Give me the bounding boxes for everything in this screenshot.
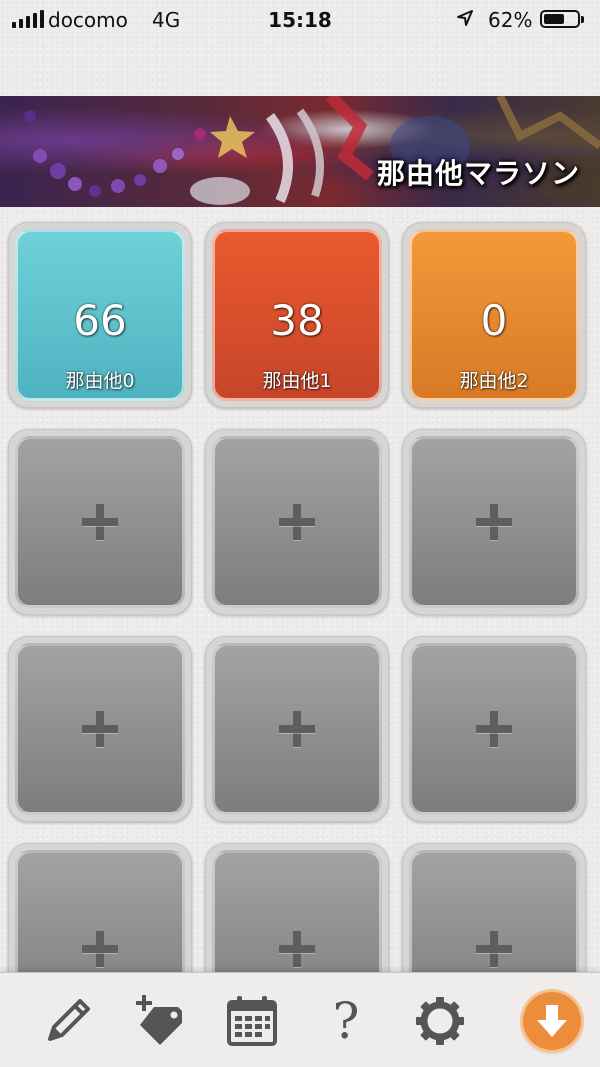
slot-face — [15, 643, 185, 815]
tag-add-icon — [136, 995, 182, 1045]
plus-icon — [82, 931, 118, 968]
slot-face — [15, 436, 185, 608]
add-counter-slot[interactable] — [205, 636, 389, 822]
counter-value: 38 — [270, 296, 324, 345]
help-button[interactable]: ? — [316, 991, 376, 1051]
status-bar: docomo 4G 15:18 62% — [0, 0, 600, 40]
download-icon — [537, 1005, 567, 1037]
add-counter-slot[interactable] — [402, 636, 586, 822]
counter-face: 0 那由他2 — [409, 229, 579, 401]
battery-percent: 62% — [488, 8, 533, 32]
calendar-icon — [227, 996, 277, 1046]
add-tag-button[interactable] — [130, 991, 190, 1051]
pencil-icon — [48, 999, 90, 1041]
add-counter-slot[interactable] — [8, 429, 192, 615]
bottom-toolbar: ? — [0, 972, 600, 1067]
banner-title: 那由他マラソン — [376, 157, 580, 190]
slot-face — [409, 643, 579, 815]
slot-face — [212, 436, 382, 608]
add-counter-slot[interactable] — [402, 429, 586, 615]
calendar-button[interactable] — [222, 991, 282, 1051]
add-counter-slot[interactable] — [205, 429, 389, 615]
gear-icon — [416, 997, 464, 1045]
counter-value: 0 — [480, 296, 508, 345]
add-counter-slot[interactable] — [8, 636, 192, 822]
counter-tile[interactable]: 66 那由他0 — [8, 222, 192, 408]
plus-icon — [476, 711, 512, 747]
settings-button[interactable] — [410, 991, 470, 1051]
plus-icon — [476, 504, 512, 540]
slot-face — [409, 436, 579, 608]
slot-face — [212, 643, 382, 815]
plus-icon — [476, 931, 512, 968]
plus-icon — [279, 504, 315, 540]
plus-icon — [279, 931, 315, 968]
location-arrow-icon — [456, 9, 474, 32]
plus-icon — [82, 504, 118, 540]
counter-tile[interactable]: 0 那由他2 — [402, 222, 586, 408]
counter-tile[interactable]: 38 那由他1 — [205, 222, 389, 408]
plus-icon — [279, 711, 315, 747]
edit-button[interactable] — [38, 991, 98, 1051]
download-button[interactable] — [523, 992, 581, 1050]
counter-face: 38 那由他1 — [212, 229, 382, 401]
counter-label: 那由他0 — [65, 370, 135, 392]
header-banner: 那由他マラソン — [0, 96, 600, 207]
plus-icon — [82, 711, 118, 747]
counter-grid: 66 那由他0 38 那由他1 0 那由他2 — [8, 222, 592, 1029]
battery-icon — [540, 10, 584, 28]
counter-face: 66 那由他0 — [15, 229, 185, 401]
counter-label: 那由他1 — [262, 370, 332, 392]
counter-label: 那由他2 — [459, 370, 529, 392]
counter-value: 66 — [73, 296, 127, 345]
help-icon: ? — [332, 992, 360, 1050]
